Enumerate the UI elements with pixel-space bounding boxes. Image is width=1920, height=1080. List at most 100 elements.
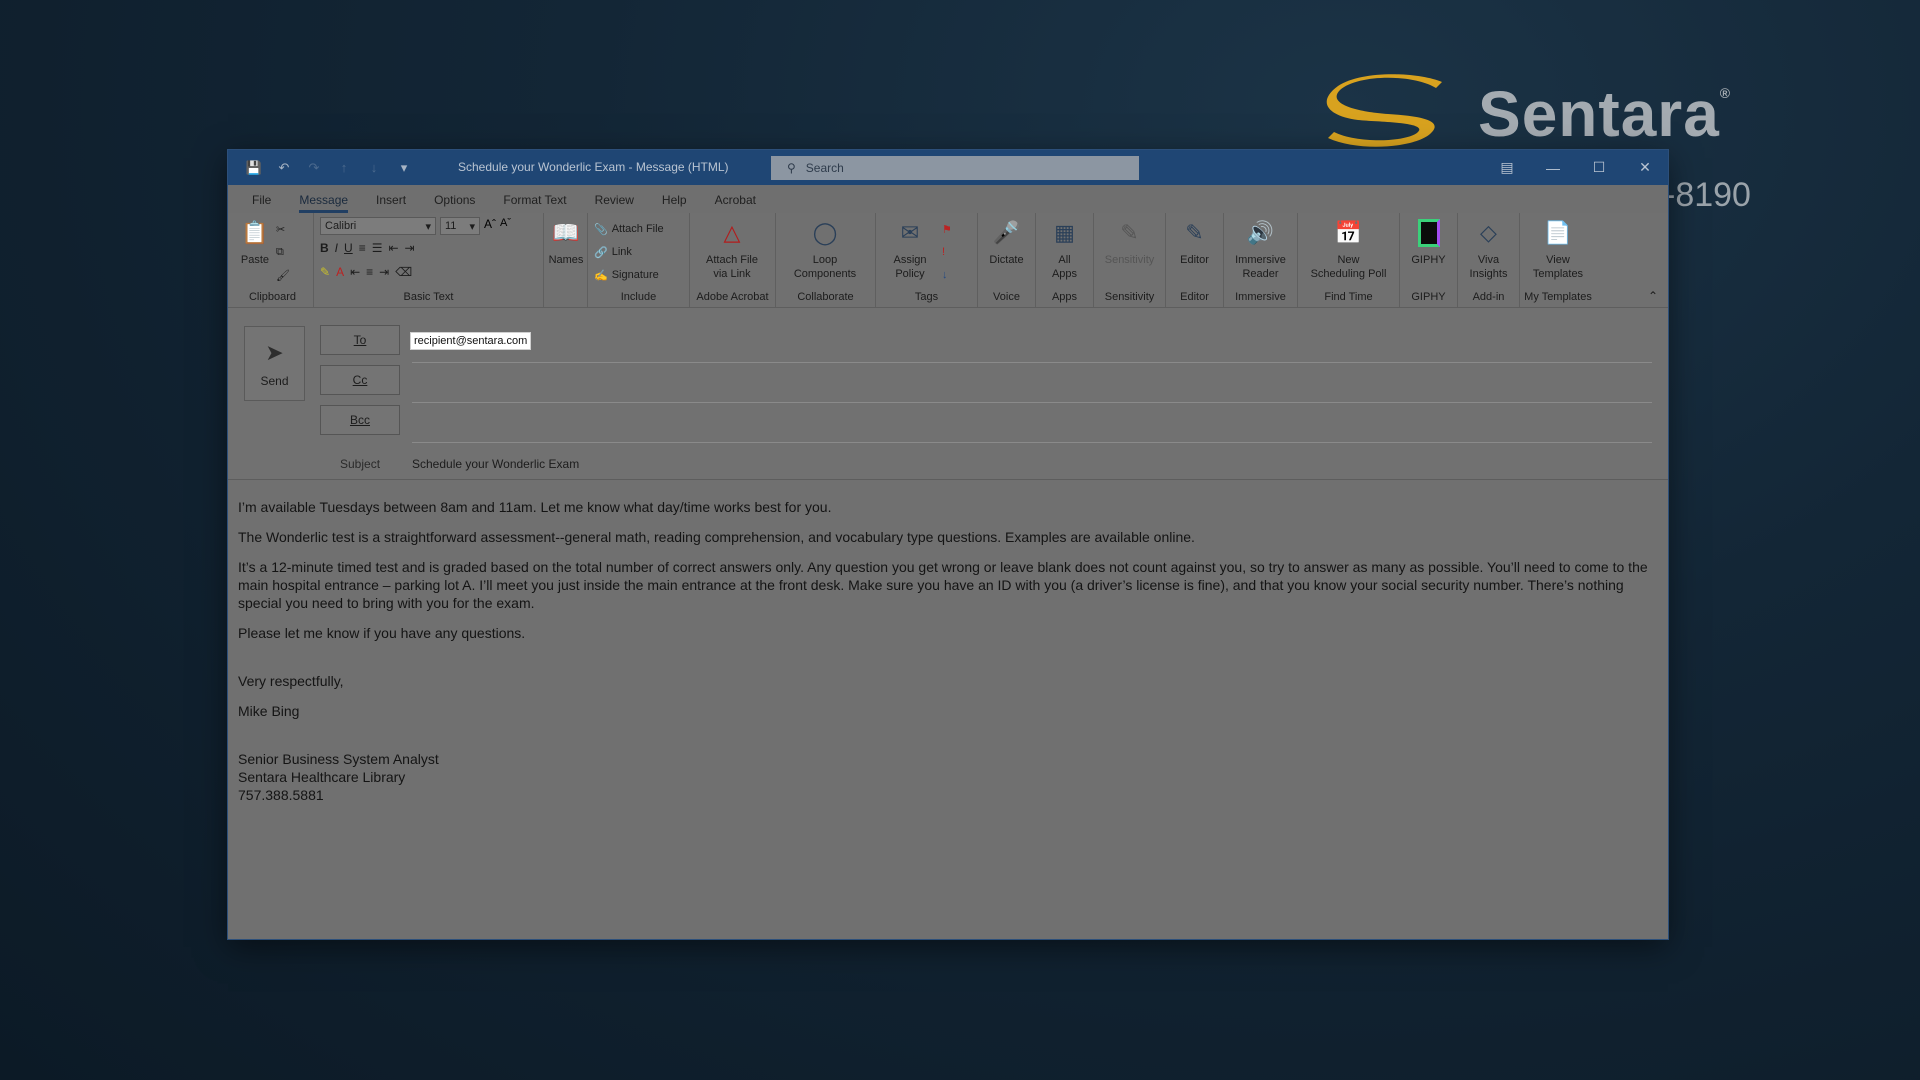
outlook-message-window: 💾 ↶ ↷ ↑ ↓ ▾ Schedule your Wonderlic Exam…: [228, 150, 1668, 939]
include-label: Include: [620, 291, 657, 303]
bcc-button[interactable]: Bcc: [320, 405, 400, 435]
flag-icon[interactable]: ⚑: [942, 219, 952, 239]
policy-icon: ✉: [900, 220, 920, 245]
tab-file[interactable]: File: [238, 193, 285, 213]
sentara-s-mark-icon: [1326, 74, 1442, 147]
to-recipient-chip[interactable]: recipient@sentara.com: [410, 332, 532, 350]
undo-icon[interactable]: ↶: [272, 156, 296, 180]
bold-button[interactable]: B: [320, 241, 329, 255]
font-name-select[interactable]: Calibri ▾: [320, 217, 436, 235]
names-group: 📖 Names: [544, 213, 588, 307]
search-icon: ⚲: [787, 161, 796, 175]
tab-message[interactable]: Message: [285, 193, 362, 213]
loop-icon: ◯: [812, 220, 838, 245]
send-button[interactable]: ➤ Send: [244, 326, 305, 401]
apps-group: ▦ All Apps Apps: [1036, 213, 1094, 307]
search-input[interactable]: ⚲ Search: [771, 156, 1139, 180]
minimize-icon[interactable]: —: [1530, 150, 1576, 185]
adobe-label: Adobe Acrobat: [696, 291, 769, 303]
send-icon: ➤: [265, 339, 284, 365]
quick-access-toolbar: 💾 ↶ ↷ ↑ ↓ ▾: [228, 156, 416, 180]
ribbon: 📋 Paste ✂ ⧉ 🖌 Clipboard Calibri ▾ 11 ▾ Aˆ …: [228, 213, 1668, 308]
giphy-icon: [1413, 217, 1445, 249]
attach-file-button[interactable]: 📎 Attach File: [594, 219, 664, 239]
immersive-reader-icon: 🔊: [1246, 220, 1275, 245]
tab-format-text[interactable]: Format Text: [489, 193, 580, 213]
cc-field[interactable]: [412, 402, 1652, 403]
tab-help[interactable]: Help: [648, 193, 701, 213]
voice-group: 🎤 Dictate Voice: [978, 213, 1036, 307]
subject-input[interactable]: Schedule your Wonderlic Exam: [412, 457, 579, 471]
tab-options[interactable]: Options: [420, 193, 489, 213]
collapse-ribbon-icon[interactable]: ⌃: [1648, 289, 1658, 303]
shrink-font-icon[interactable]: Aˇ: [500, 217, 511, 235]
sender-name: Mike Bing: [238, 703, 300, 719]
font-size-select[interactable]: 11 ▾: [440, 217, 480, 235]
clear-format-icon[interactable]: ⌫: [395, 265, 412, 279]
voice-label: Voice: [993, 291, 1020, 303]
sensitivity-icon: ✎: [1120, 220, 1139, 245]
ribbon-display-icon[interactable]: ▤: [1484, 150, 1530, 185]
subject-label: Subject: [340, 457, 381, 471]
title-bar: 💾 ↶ ↷ ↑ ↓ ▾ Schedule your Wonderlic Exam…: [228, 150, 1668, 185]
signature-button[interactable]: ✍ Signature: [594, 265, 664, 285]
low-importance-icon[interactable]: ↓: [942, 265, 952, 285]
search-placeholder: Search: [805, 161, 844, 175]
increase-indent-icon[interactable]: ⇥: [405, 241, 415, 255]
redo-icon[interactable]: ↷: [302, 156, 326, 180]
align-center-icon[interactable]: ≡: [366, 265, 373, 279]
signature-organization: Sentara Healthcare Library: [238, 769, 406, 785]
link-button[interactable]: 🔗 Link: [594, 242, 664, 262]
maximize-icon[interactable]: ☐: [1576, 150, 1622, 185]
up-arrow-icon[interactable]: ↑: [332, 156, 356, 180]
collaborate-group: ◯ Loop Components Collaborate: [776, 213, 876, 307]
align-right-icon[interactable]: ⇥: [379, 265, 389, 279]
to-button[interactable]: To: [320, 325, 400, 355]
cut-icon[interactable]: ✂: [276, 219, 290, 239]
basic-text-group: Calibri ▾ 11 ▾ Aˆ Aˇ B I U ≡ ☰ ⇤ ⇥ ✎ A ⇤ ≡…: [314, 213, 544, 307]
body-paragraph: I’m available Tuesdays between 8am and 1…: [238, 499, 832, 515]
down-arrow-icon[interactable]: ↓: [362, 156, 386, 180]
acrobat-icon: △: [723, 220, 741, 245]
tab-acrobat[interactable]: Acrobat: [701, 193, 770, 213]
message-body[interactable]: I’m available Tuesdays between 8am and 1…: [228, 480, 1668, 939]
format-painter-icon[interactable]: 🖌: [276, 265, 290, 285]
decrease-indent-icon[interactable]: ⇤: [388, 241, 398, 255]
high-importance-icon[interactable]: !: [942, 242, 952, 262]
tab-review[interactable]: Review: [581, 193, 648, 213]
editor-group: ✎ Editor Editor: [1166, 213, 1224, 307]
align-left-icon[interactable]: ⇤: [350, 265, 360, 279]
underline-button[interactable]: U: [344, 241, 353, 255]
window-title: Schedule your Wonderlic Exam - Message (…: [458, 160, 729, 174]
highlight-icon[interactable]: ✎: [320, 265, 330, 279]
bcc-field[interactable]: [412, 442, 1652, 443]
paperclip-icon: 📎: [594, 223, 608, 236]
grow-font-icon[interactable]: Aˆ: [484, 217, 496, 235]
paste-icon: 📋: [241, 220, 269, 245]
find-time-group: 📅 New Scheduling Poll Find Time: [1298, 213, 1400, 307]
names-button[interactable]: 📖 Names: [549, 217, 584, 307]
my-templates-label: My Templates: [1524, 291, 1592, 303]
clipboard-group: 📋 Paste ✂ ⧉ 🖌 Clipboard: [232, 213, 314, 307]
to-field[interactable]: [412, 362, 1652, 363]
format-row: B I U ≡ ☰ ⇤ ⇥: [320, 237, 537, 259]
background-phone-fragment: -8190: [1664, 176, 1751, 214]
chevron-down-icon: ▾: [469, 220, 475, 233]
bullets-icon[interactable]: ≡: [359, 241, 366, 255]
cc-button[interactable]: Cc: [320, 365, 400, 395]
signature-phone: 757.388.5881: [238, 787, 324, 803]
customize-toolbar-icon[interactable]: ▾: [392, 156, 416, 180]
color-align-row: ✎ A ⇤ ≡ ⇥ ⌫: [320, 261, 537, 283]
immersive-label: Immersive: [1235, 291, 1286, 303]
numbering-icon[interactable]: ☰: [372, 241, 383, 255]
italic-button[interactable]: I: [335, 241, 338, 255]
save-icon[interactable]: 💾: [242, 156, 266, 180]
close-icon[interactable]: ✕: [1622, 150, 1668, 185]
sensitivity-label: Sensitivity: [1104, 291, 1155, 303]
font-color-icon[interactable]: A: [336, 265, 344, 279]
add-in-group: ◇ Viva Insights Add-in: [1458, 213, 1520, 307]
copy-icon[interactable]: ⧉: [276, 242, 290, 262]
microphone-icon: 🎤: [992, 220, 1021, 245]
tab-insert[interactable]: Insert: [362, 193, 420, 213]
